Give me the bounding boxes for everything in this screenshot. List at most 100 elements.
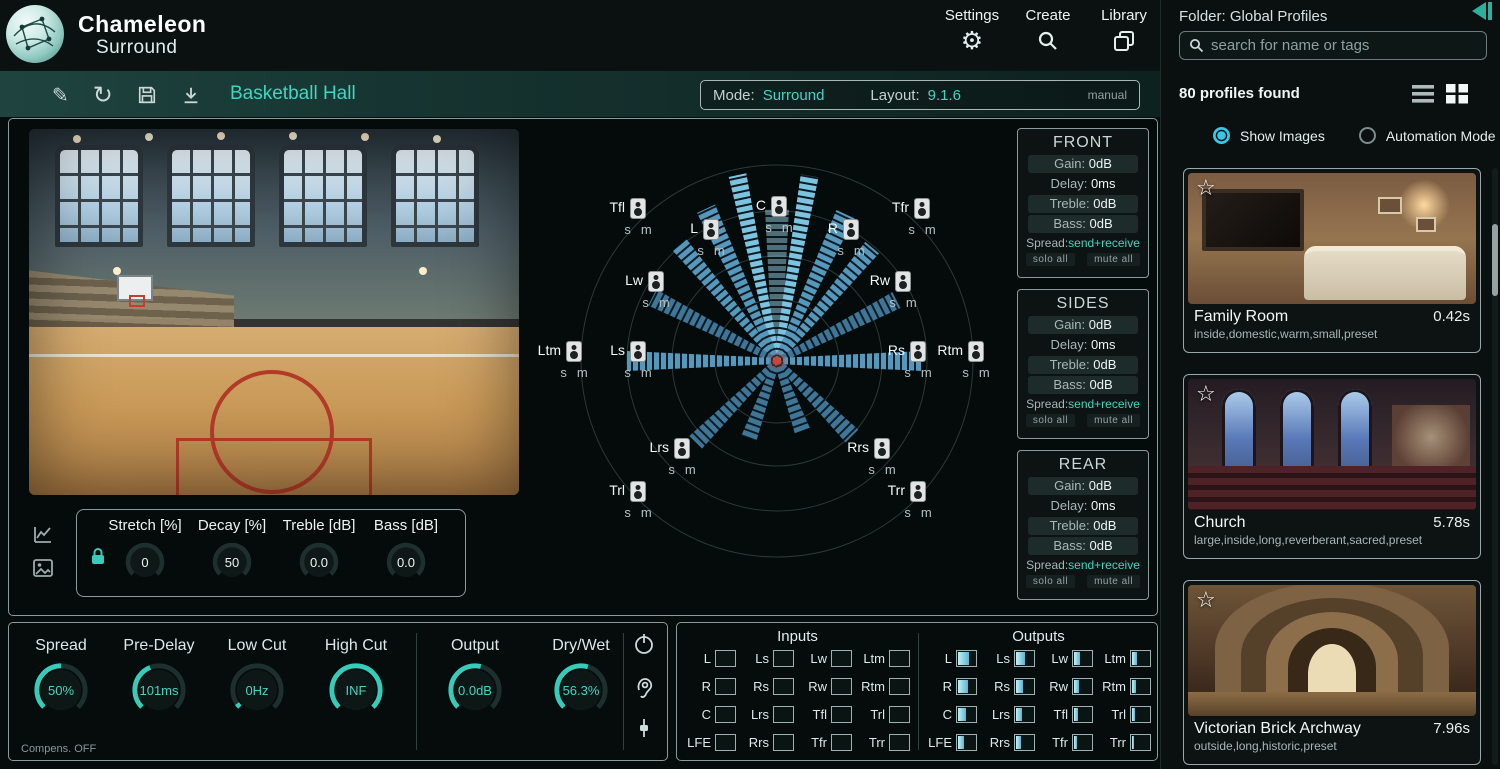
- group-spread[interactable]: Spread:send+receive: [1022, 397, 1144, 411]
- group-gain[interactable]: Gain: 0dB: [1028, 155, 1138, 173]
- save-icon[interactable]: [137, 85, 157, 105]
- output-meter[interactable]: [1072, 678, 1093, 695]
- group-treble[interactable]: Treble: 0dB: [1028, 517, 1138, 535]
- speaker-icon[interactable]: [566, 341, 582, 362]
- ear-monitor-icon[interactable]: [631, 675, 661, 705]
- mute-all-button[interactable]: mute all: [1087, 253, 1140, 266]
- mute-button[interactable]: m: [854, 243, 865, 258]
- library-copy-icon[interactable]: [1112, 27, 1136, 55]
- speaker-icon[interactable]: [703, 219, 719, 240]
- input-meter[interactable]: [773, 734, 794, 751]
- solo-button[interactable]: s: [560, 365, 567, 380]
- solo-button[interactable]: s: [904, 365, 911, 380]
- mute-button[interactable]: m: [921, 505, 932, 520]
- speaker-c[interactable]: C sm: [771, 196, 787, 217]
- input-meter[interactable]: [831, 678, 852, 695]
- input-meter[interactable]: [715, 650, 736, 667]
- predelay-knob[interactable]: 101ms: [130, 661, 188, 719]
- download-icon[interactable]: [181, 85, 201, 105]
- speaker-icon[interactable]: [914, 198, 930, 219]
- edit-pencil-icon[interactable]: ✎: [52, 83, 69, 108]
- mute-button[interactable]: m: [925, 222, 936, 237]
- lowcut-knob[interactable]: 0Hz: [228, 661, 286, 719]
- mute-button[interactable]: m: [577, 365, 588, 380]
- speaker-icon[interactable]: [674, 438, 690, 459]
- input-meter[interactable]: [715, 678, 736, 695]
- input-meter[interactable]: [773, 650, 794, 667]
- mode-value[interactable]: Surround: [763, 87, 825, 104]
- solo-all-button[interactable]: solo all: [1026, 253, 1075, 266]
- layout-value[interactable]: 9.1.6: [928, 87, 961, 104]
- profile-card-victorian-brick-archway[interactable]: ☆ Victorian Brick Archway 7.96s outside,…: [1183, 580, 1481, 765]
- highcut-knob[interactable]: INF: [327, 661, 385, 719]
- favorite-star-icon[interactable]: ☆: [1196, 381, 1216, 407]
- output-meter[interactable]: [956, 734, 977, 751]
- solo-button[interactable]: s: [868, 462, 875, 477]
- group-treble[interactable]: Treble: 0dB: [1028, 195, 1138, 213]
- group-gain[interactable]: Gain: 0dB: [1028, 316, 1138, 334]
- solo-button[interactable]: s: [962, 365, 969, 380]
- speaker-trr[interactable]: Trr sm: [910, 481, 926, 502]
- image-icon[interactable]: [31, 556, 55, 585]
- speaker-icon[interactable]: [895, 271, 911, 292]
- solo-button[interactable]: s: [642, 295, 649, 310]
- speaker-icon[interactable]: [910, 341, 926, 362]
- mute-button[interactable]: m: [782, 220, 793, 235]
- magnifier-icon[interactable]: [1036, 27, 1060, 55]
- mute-button[interactable]: m: [885, 462, 896, 477]
- group-bass[interactable]: Bass: 0dB: [1028, 376, 1138, 394]
- gear-icon[interactable]: ⚙: [961, 27, 983, 55]
- output-meter[interactable]: [1014, 650, 1035, 667]
- output-meter[interactable]: [1014, 678, 1035, 695]
- mute-button[interactable]: m: [921, 365, 932, 380]
- drywet-knob[interactable]: 56.3%: [552, 661, 610, 719]
- input-meter[interactable]: [715, 706, 736, 723]
- decay-knob[interactable]: 50: [210, 540, 254, 584]
- group-delay[interactable]: Delay: 0ms: [1028, 497, 1138, 515]
- output-meter[interactable]: [1072, 650, 1093, 667]
- speaker-l[interactable]: L sm: [703, 219, 719, 240]
- speaker-ltm[interactable]: Ltm sm: [566, 341, 582, 362]
- mute-button[interactable]: m: [685, 462, 696, 477]
- solo-button[interactable]: s: [765, 220, 772, 235]
- output-meter[interactable]: [1072, 734, 1093, 751]
- group-treble[interactable]: Treble: 0dB: [1028, 356, 1138, 374]
- speaker-lw[interactable]: Lw sm: [648, 271, 664, 292]
- input-meter[interactable]: [889, 678, 910, 695]
- solo-button[interactable]: s: [624, 222, 631, 237]
- output-meter[interactable]: [1130, 734, 1151, 751]
- treble-knob[interactable]: 0.0: [297, 540, 341, 584]
- solo-button[interactable]: s: [904, 505, 911, 520]
- input-meter[interactable]: [889, 650, 910, 667]
- speaker-icon[interactable]: [630, 198, 646, 219]
- speaker-rtm[interactable]: Rtm sm: [968, 341, 984, 362]
- list-view-icon[interactable]: [1412, 84, 1434, 104]
- grid-view-icon[interactable]: [1446, 84, 1468, 104]
- search-box[interactable]: [1179, 31, 1487, 60]
- solo-button[interactable]: s: [624, 505, 631, 520]
- group-bass[interactable]: Bass: 0dB: [1028, 215, 1138, 233]
- input-meter[interactable]: [889, 734, 910, 751]
- output-meter[interactable]: [1072, 706, 1093, 723]
- nav-library[interactable]: Library: [1086, 7, 1162, 55]
- input-meter[interactable]: [889, 706, 910, 723]
- collapse-panel-icon[interactable]: [1466, 0, 1496, 29]
- speaker-tfl[interactable]: Tfl sm: [630, 198, 646, 219]
- speaker-rrs[interactable]: Rrs sm: [874, 438, 890, 459]
- mute-button[interactable]: m: [659, 295, 670, 310]
- solo-button[interactable]: s: [889, 295, 896, 310]
- mode-layout-box[interactable]: Mode: Surround Layout: 9.1.6 manual: [700, 80, 1140, 110]
- bass-knob[interactable]: 0.0: [384, 540, 428, 584]
- waterfall-chart-icon[interactable]: [31, 523, 55, 552]
- mute-button[interactable]: m: [641, 505, 652, 520]
- output-meter[interactable]: [956, 706, 977, 723]
- input-meter[interactable]: [831, 734, 852, 751]
- output-knob[interactable]: 0.0dB: [446, 661, 504, 719]
- scrollbar-thumb[interactable]: [1492, 224, 1498, 296]
- automation-mode-radio[interactable]: [1359, 127, 1376, 144]
- group-gain[interactable]: Gain: 0dB: [1028, 477, 1138, 495]
- lock-icon[interactable]: [89, 546, 107, 571]
- speaker-icon[interactable]: [648, 271, 664, 292]
- mute-button[interactable]: m: [641, 222, 652, 237]
- speaker-trl[interactable]: Trl sm: [630, 481, 646, 502]
